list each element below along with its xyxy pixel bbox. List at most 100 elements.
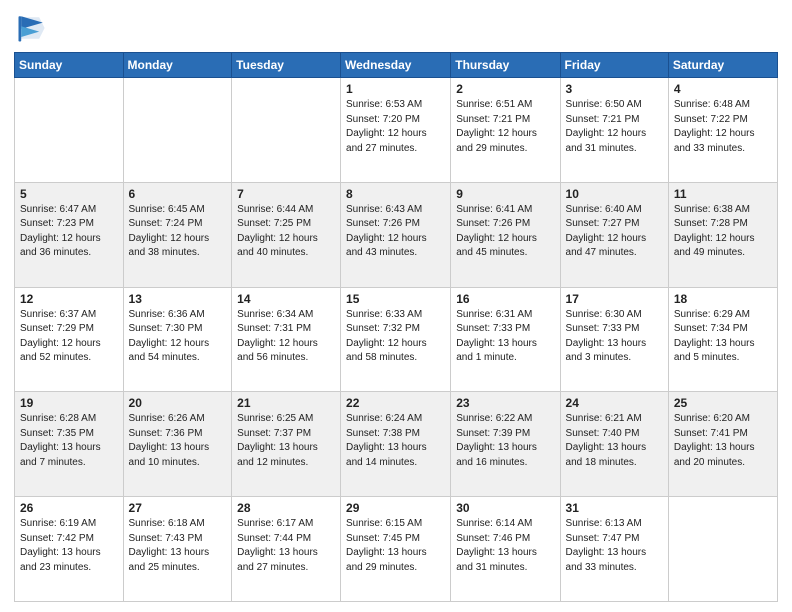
day-info: Sunrise: 6:44 AM Sunset: 7:25 PM Dayligh… bbox=[237, 203, 335, 261]
day-info: Sunrise: 6:47 AM Sunset: 7:23 PM Dayligh… bbox=[20, 203, 118, 261]
calendar-cell: 17 Sunrise: 6:30 AM Sunset: 7:33 PM Dayli… bbox=[560, 287, 668, 392]
calendar-cell: 23 Sunrise: 6:22 AM Sunset: 7:39 PM Dayli… bbox=[451, 392, 560, 497]
day-info: Sunrise: 6:30 AM Sunset: 7:33 PM Dayligh… bbox=[566, 308, 663, 366]
calendar-cell: 1 Sunrise: 6:53 AM Sunset: 7:20 PM Daylig… bbox=[341, 78, 451, 183]
day-number: 11 bbox=[674, 187, 772, 201]
weekday-header-sunday: Sunday bbox=[15, 53, 124, 78]
day-info: Sunrise: 6:26 AM Sunset: 7:36 PM Dayligh… bbox=[129, 412, 227, 470]
day-info: Sunrise: 6:53 AM Sunset: 7:20 PM Dayligh… bbox=[346, 98, 445, 156]
calendar-cell: 11 Sunrise: 6:38 AM Sunset: 7:28 PM Dayli… bbox=[668, 182, 777, 287]
calendar-cell: 27 Sunrise: 6:18 AM Sunset: 7:43 PM Dayli… bbox=[123, 497, 232, 602]
day-info: Sunrise: 6:14 AM Sunset: 7:46 PM Dayligh… bbox=[456, 517, 554, 575]
calendar-cell: 24 Sunrise: 6:21 AM Sunset: 7:40 PM Dayli… bbox=[560, 392, 668, 497]
day-number: 14 bbox=[237, 292, 335, 306]
calendar-cell bbox=[668, 497, 777, 602]
day-info: Sunrise: 6:38 AM Sunset: 7:28 PM Dayligh… bbox=[674, 203, 772, 261]
weekday-header-monday: Monday bbox=[123, 53, 232, 78]
day-number: 8 bbox=[346, 187, 445, 201]
calendar-cell: 8 Sunrise: 6:43 AM Sunset: 7:26 PM Daylig… bbox=[341, 182, 451, 287]
day-number: 10 bbox=[566, 187, 663, 201]
day-number: 3 bbox=[566, 82, 663, 96]
day-info: Sunrise: 6:31 AM Sunset: 7:33 PM Dayligh… bbox=[456, 308, 554, 366]
day-info: Sunrise: 6:24 AM Sunset: 7:38 PM Dayligh… bbox=[346, 412, 445, 470]
calendar-cell bbox=[15, 78, 124, 183]
calendar-cell: 25Sunrise: 6:20 AM Sunset: 7:41 PM Dayli… bbox=[668, 392, 777, 497]
day-info: Sunrise: 6:45 AM Sunset: 7:24 PM Dayligh… bbox=[129, 203, 227, 261]
calendar-cell: 29 Sunrise: 6:15 AM Sunset: 7:45 PM Dayli… bbox=[341, 497, 451, 602]
day-info: Sunrise: 6:17 AM Sunset: 7:44 PM Dayligh… bbox=[237, 517, 335, 575]
day-info: Sunrise: 6:33 AM Sunset: 7:32 PM Dayligh… bbox=[346, 308, 445, 366]
day-info: Sunrise: 6:50 AM Sunset: 7:21 PM Dayligh… bbox=[566, 98, 663, 156]
calendar-cell: 16 Sunrise: 6:31 AM Sunset: 7:33 PM Dayli… bbox=[451, 287, 560, 392]
day-info: Sunrise: 6:15 AM Sunset: 7:45 PM Dayligh… bbox=[346, 517, 445, 575]
calendar-week-2: 5 Sunrise: 6:47 AM Sunset: 7:23 PM Daylig… bbox=[15, 182, 778, 287]
calendar-week-4: 19Sunrise: 6:28 AM Sunset: 7:35 PM Dayli… bbox=[15, 392, 778, 497]
day-number: 30 bbox=[456, 501, 554, 515]
day-number: 5 bbox=[20, 187, 118, 201]
day-number: 17 bbox=[566, 292, 663, 306]
calendar-cell: 18 Sunrise: 6:29 AM Sunset: 7:34 PM Dayli… bbox=[668, 287, 777, 392]
day-info: Sunrise: 6:29 AM Sunset: 7:34 PM Dayligh… bbox=[674, 308, 772, 366]
logo bbox=[14, 10, 54, 46]
calendar-cell bbox=[123, 78, 232, 183]
header bbox=[14, 10, 778, 46]
day-number: 19 bbox=[20, 396, 118, 410]
day-info: Sunrise: 6:41 AM Sunset: 7:26 PM Dayligh… bbox=[456, 203, 554, 261]
day-info: Sunrise: 6:37 AM Sunset: 7:29 PM Dayligh… bbox=[20, 308, 118, 366]
day-number: 29 bbox=[346, 501, 445, 515]
day-info: Sunrise: 6:43 AM Sunset: 7:26 PM Dayligh… bbox=[346, 203, 445, 261]
day-info: Sunrise: 6:36 AM Sunset: 7:30 PM Dayligh… bbox=[129, 308, 227, 366]
calendar-cell: 3 Sunrise: 6:50 AM Sunset: 7:21 PM Daylig… bbox=[560, 78, 668, 183]
logo-icon bbox=[14, 10, 50, 46]
weekday-header-row: SundayMondayTuesdayWednesdayThursdayFrid… bbox=[15, 53, 778, 78]
calendar-cell: 13 Sunrise: 6:36 AM Sunset: 7:30 PM Dayli… bbox=[123, 287, 232, 392]
weekday-header-wednesday: Wednesday bbox=[341, 53, 451, 78]
calendar-cell bbox=[232, 78, 341, 183]
day-number: 24 bbox=[566, 396, 663, 410]
weekday-header-tuesday: Tuesday bbox=[232, 53, 341, 78]
calendar-cell: 14 Sunrise: 6:34 AM Sunset: 7:31 PM Dayli… bbox=[232, 287, 341, 392]
day-info: Sunrise: 6:20 AM Sunset: 7:41 PM Dayligh… bbox=[674, 412, 772, 470]
calendar-week-3: 12 Sunrise: 6:37 AM Sunset: 7:29 PM Dayli… bbox=[15, 287, 778, 392]
day-info: Sunrise: 6:51 AM Sunset: 7:21 PM Dayligh… bbox=[456, 98, 554, 156]
day-info: Sunrise: 6:21 AM Sunset: 7:40 PM Dayligh… bbox=[566, 412, 663, 470]
calendar-cell: 22 Sunrise: 6:24 AM Sunset: 7:38 PM Dayli… bbox=[341, 392, 451, 497]
day-number: 13 bbox=[129, 292, 227, 306]
calendar-cell: 30 Sunrise: 6:14 AM Sunset: 7:46 PM Dayli… bbox=[451, 497, 560, 602]
day-info: Sunrise: 6:18 AM Sunset: 7:43 PM Dayligh… bbox=[129, 517, 227, 575]
day-number: 23 bbox=[456, 396, 554, 410]
day-number: 9 bbox=[456, 187, 554, 201]
calendar-cell: 7Sunrise: 6:44 AM Sunset: 7:25 PM Daylig… bbox=[232, 182, 341, 287]
calendar-week-1: 1 Sunrise: 6:53 AM Sunset: 7:20 PM Daylig… bbox=[15, 78, 778, 183]
calendar-cell: 4Sunrise: 6:48 AM Sunset: 7:22 PM Daylig… bbox=[668, 78, 777, 183]
calendar-week-5: 26Sunrise: 6:19 AM Sunset: 7:42 PM Dayli… bbox=[15, 497, 778, 602]
day-number: 21 bbox=[237, 396, 335, 410]
calendar-cell: 10 Sunrise: 6:40 AM Sunset: 7:27 PM Dayli… bbox=[560, 182, 668, 287]
calendar-cell: 26Sunrise: 6:19 AM Sunset: 7:42 PM Dayli… bbox=[15, 497, 124, 602]
day-info: Sunrise: 6:22 AM Sunset: 7:39 PM Dayligh… bbox=[456, 412, 554, 470]
day-info: Sunrise: 6:40 AM Sunset: 7:27 PM Dayligh… bbox=[566, 203, 663, 261]
day-number: 28 bbox=[237, 501, 335, 515]
day-info: Sunrise: 6:25 AM Sunset: 7:37 PM Dayligh… bbox=[237, 412, 335, 470]
day-number: 4 bbox=[674, 82, 772, 96]
day-number: 1 bbox=[346, 82, 445, 96]
day-number: 20 bbox=[129, 396, 227, 410]
day-number: 6 bbox=[129, 187, 227, 201]
day-number: 2 bbox=[456, 82, 554, 96]
day-number: 12 bbox=[20, 292, 118, 306]
calendar-table: SundayMondayTuesdayWednesdayThursdayFrid… bbox=[14, 52, 778, 602]
calendar-cell: 9 Sunrise: 6:41 AM Sunset: 7:26 PM Daylig… bbox=[451, 182, 560, 287]
day-info: Sunrise: 6:34 AM Sunset: 7:31 PM Dayligh… bbox=[237, 308, 335, 366]
calendar-cell: 6 Sunrise: 6:45 AM Sunset: 7:24 PM Daylig… bbox=[123, 182, 232, 287]
day-number: 27 bbox=[129, 501, 227, 515]
day-number: 16 bbox=[456, 292, 554, 306]
weekday-header-saturday: Saturday bbox=[668, 53, 777, 78]
page: SundayMondayTuesdayWednesdayThursdayFrid… bbox=[0, 0, 792, 612]
calendar-cell: 15 Sunrise: 6:33 AM Sunset: 7:32 PM Dayli… bbox=[341, 287, 451, 392]
day-number: 22 bbox=[346, 396, 445, 410]
day-number: 18 bbox=[674, 292, 772, 306]
calendar-cell: 5 Sunrise: 6:47 AM Sunset: 7:23 PM Daylig… bbox=[15, 182, 124, 287]
day-number: 15 bbox=[346, 292, 445, 306]
calendar-cell: 12 Sunrise: 6:37 AM Sunset: 7:29 PM Dayli… bbox=[15, 287, 124, 392]
weekday-header-thursday: Thursday bbox=[451, 53, 560, 78]
